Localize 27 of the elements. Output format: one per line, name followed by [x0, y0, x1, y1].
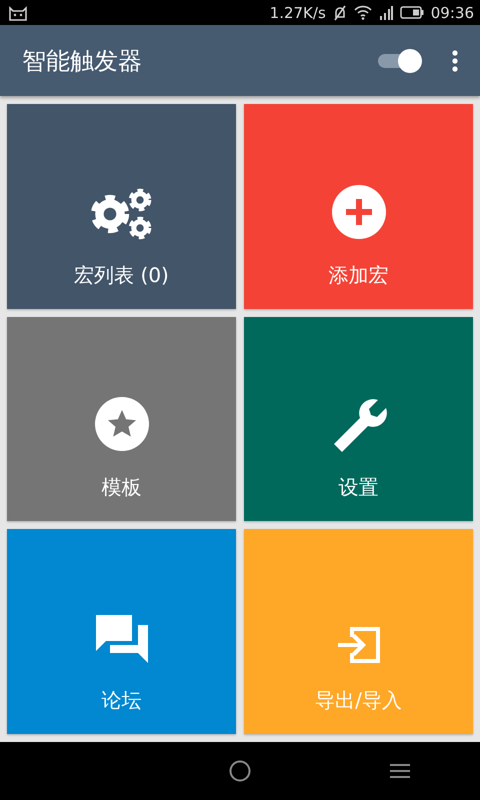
menu-tile[interactable]: 设置 — [244, 316, 473, 522]
tile-label: 添加宏 — [328, 262, 388, 289]
tile-label: 设置 — [338, 474, 378, 502]
muted-bell-icon — [332, 4, 347, 20]
sign-in-icon — [336, 625, 382, 665]
clock-time: 09:36 — [430, 4, 474, 22]
menu-tile[interactable]: 添加宏 — [244, 104, 473, 309]
signal-icon — [378, 5, 393, 20]
gears-icon — [90, 188, 154, 240]
menu-tile[interactable]: 宏列表 (0) — [7, 104, 236, 309]
plus-circle-icon — [330, 184, 386, 240]
menu-tile[interactable]: 模板 — [7, 316, 236, 522]
wifi-icon — [354, 5, 372, 20]
star-circle-icon — [94, 396, 150, 452]
network-speed: 1.27K/s — [270, 4, 326, 22]
chat-bubbles-icon — [94, 613, 150, 665]
tile-label: 导出/导入 — [315, 687, 402, 714]
menu-tile[interactable]: 论坛 — [7, 529, 236, 734]
app-title: 智能触发器 — [22, 46, 143, 76]
tile-label: 模板 — [102, 474, 142, 502]
tile-label: 论坛 — [102, 687, 142, 714]
battery-icon — [400, 6, 424, 19]
home-icon[interactable] — [229, 760, 251, 782]
menu-icon[interactable] — [389, 763, 411, 779]
toggle-switch[interactable] — [376, 48, 424, 74]
more-options-icon[interactable] — [452, 50, 458, 72]
tile-label: 宏列表 (0) — [74, 262, 169, 289]
